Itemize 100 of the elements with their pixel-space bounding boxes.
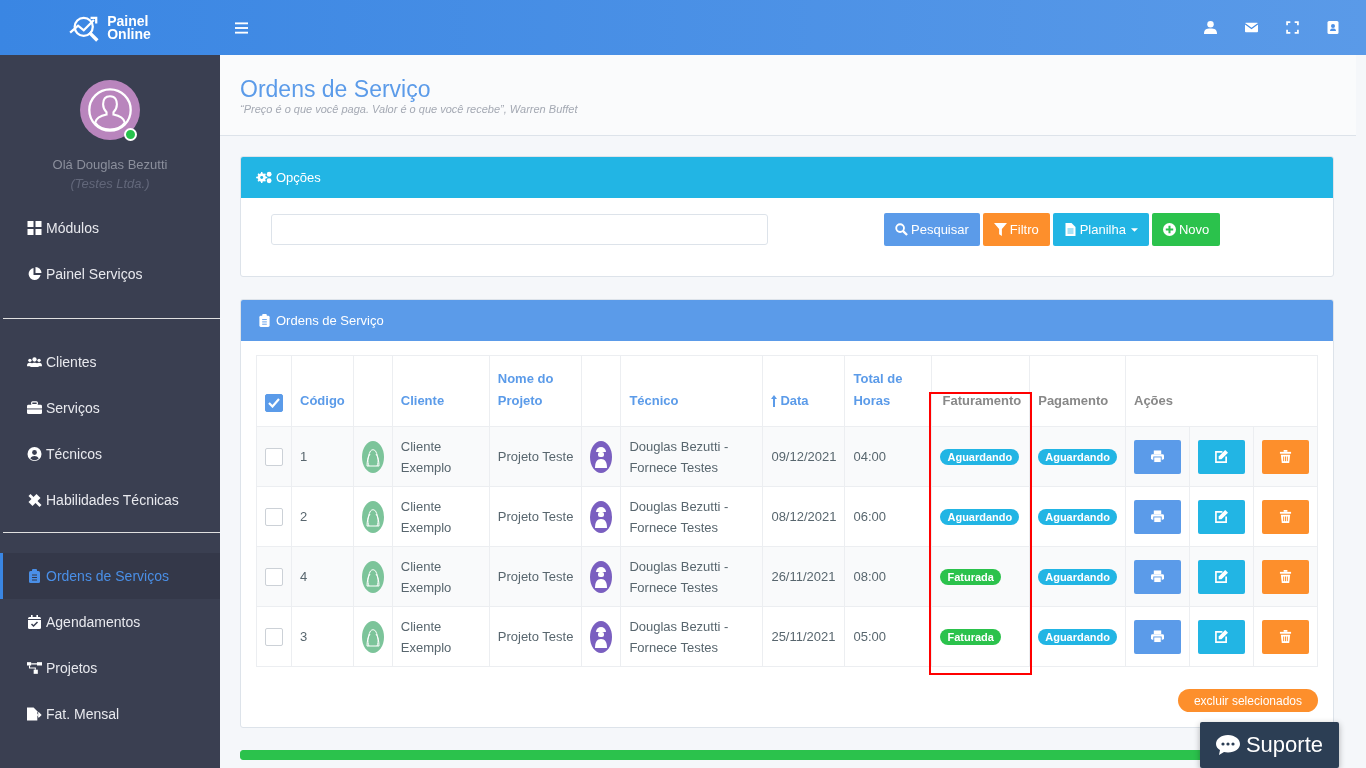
brand-name: Painel [107,14,149,28]
fullscreen-icon[interactable] [1286,21,1299,34]
table-cell-text: Douglas Bezutti - Fornece Testes [629,617,730,657]
page-quote: “Preço é o que você paga. Valor é o que você recebe”, Warren Buffet [240,103,579,115]
new-button[interactable]: Novo [1151,213,1221,246]
checkbox[interactable] [265,394,283,412]
checkbox[interactable] [265,507,283,526]
filter-button[interactable]: Filtro [982,213,1050,246]
table-cell-text: Cliente Exemplo [400,617,453,657]
delete-selected-button[interactable]: excluir selecionados [1177,689,1318,712]
technician-avatar-icon [590,560,613,593]
clipboard-icon [256,314,273,327]
edit-icon [1215,510,1228,523]
edit-button[interactable] [1198,559,1245,594]
table-cell-text: Cliente Exemplo [400,557,453,597]
table-cell: Projeto Teste [497,449,574,464]
edit-icon [1215,570,1228,583]
table-cell-text: Cliente Exemplo [400,437,453,477]
printer-icon [1151,630,1164,643]
table-cell: 25/11/2021 [771,629,836,644]
print-button[interactable] [1134,499,1181,534]
document-icon [1063,223,1077,236]
panel-title: Opções [276,170,321,185]
table-cell-text: Douglas Bezutti - Fornece Testes [629,437,730,477]
brand-name: Online [107,27,151,41]
grid-icon [27,221,42,235]
gears-icon [256,171,273,184]
column-header: Pagamento [1038,392,1109,410]
envelope-icon[interactable] [1245,21,1258,34]
delete-button[interactable] [1262,499,1309,534]
delete-button[interactable] [1262,559,1309,594]
status-badge: Faturada [940,628,1001,645]
trash-icon [1279,450,1292,463]
table-cell: 06:00 [853,509,887,524]
client-avatar-icon [361,500,384,533]
checkmark-icon [268,398,280,408]
table-cell: Projeto Teste [497,629,574,644]
delete-button[interactable] [1262,439,1309,474]
table-cell-text: Cliente Exemplo [400,497,453,537]
client-avatar-icon [361,440,384,473]
sheet-button[interactable]: Planilha [1052,213,1149,246]
caret-icon [1130,227,1138,232]
support-button[interactable]: Suporte [1199,722,1339,768]
sidebar-item[interactable]: Agendamentos [0,599,220,645]
table-cell: 4 [300,569,308,584]
table-cell: 05:00 [853,629,887,644]
sidebar-item[interactable]: Projetos [0,645,220,691]
sidebar-item[interactable]: Módulos [0,205,220,251]
client-avatar-icon [361,620,384,653]
clipboard-icon [27,569,42,583]
status-badge: Aguardando [940,508,1020,525]
print-button[interactable] [1134,559,1181,594]
table-cell: 04:00 [853,449,887,464]
search-icon [895,223,908,236]
page-title: Ordens de Serviço [240,75,432,103]
edit-button[interactable] [1198,499,1245,534]
sidebar-item[interactable]: Serviços [0,385,220,431]
users-icon [27,355,42,369]
checkbox[interactable] [265,567,283,586]
contact-book-icon[interactable] [1327,21,1340,34]
column-header[interactable]: Data [771,390,809,412]
menu-icon[interactable] [235,21,248,34]
chat-bubble-icon [1215,735,1240,755]
search-field[interactable] [271,214,768,245]
print-button[interactable] [1134,439,1181,474]
sidebar-item[interactable]: Habilidades Técnicas [0,477,220,523]
sidebar-item[interactable]: Clientes [0,339,220,385]
delete-button[interactable] [1262,619,1309,654]
status-badge: Aguardando [1038,568,1117,585]
user-circle-icon [27,447,42,461]
edit-button[interactable] [1198,439,1245,474]
print-button[interactable] [1134,619,1181,654]
printer-icon [1151,450,1164,463]
table-cell: Projeto Teste [497,509,574,524]
status-badge: Aguardando [1038,508,1117,525]
sidebar-item[interactable]: Painel Serviços [0,251,220,297]
printer-icon [1151,570,1164,583]
table-cell-text: Douglas Bezutti - Fornece Testes [629,557,730,597]
sidebar-item[interactable]: Fat. Mensal [0,691,220,737]
hierarchy-icon [27,661,42,675]
table-cell: 08/12/2021 [771,509,837,524]
user-icon[interactable] [1204,21,1217,34]
technician-avatar-icon [590,500,613,533]
status-badge: Aguardando [940,448,1020,465]
calendar-check-icon [27,615,42,629]
table-cell: Projeto Teste [497,569,574,584]
sidebar-item[interactable]: Técnicos [0,431,220,477]
user-greeting: Olá Douglas Bezutti [52,157,168,172]
technician-avatar-icon [590,620,613,653]
sidebar-item[interactable]: Ordens de Serviços [0,553,220,599]
table-cell: 09/12/2021 [771,449,837,464]
plus-circle-icon [1162,223,1176,236]
checkbox[interactable] [265,627,283,646]
table-cell: 3 [300,629,308,644]
edit-button[interactable] [1198,619,1245,654]
edit-icon [1215,450,1228,463]
checkbox[interactable] [265,447,283,466]
panel-title: Ordens de Serviço [276,313,384,328]
column-header: Ações [1134,392,1174,410]
search-button[interactable]: Pesquisar [884,213,980,246]
